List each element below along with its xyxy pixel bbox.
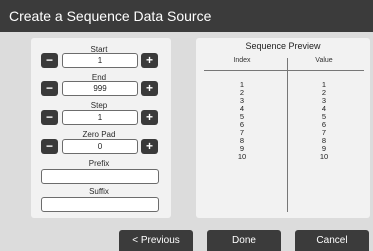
value-column: 1 2 3 4 5 6 7 8 9 10	[294, 81, 354, 161]
start-increment-button[interactable]: +	[141, 53, 158, 68]
column-divider	[287, 58, 288, 212]
dialog-title: Create a Sequence Data Source	[0, 0, 373, 32]
prefix-input[interactable]	[41, 169, 159, 184]
suffix-label: Suffix	[89, 187, 109, 196]
end-increment-button[interactable]: +	[141, 81, 158, 96]
preview-value-cell: 10	[319, 152, 329, 161]
end-decrement-button[interactable]: −	[41, 81, 58, 96]
step-label: Step	[90, 101, 108, 110]
zero-pad-decrement-button[interactable]: −	[41, 139, 58, 154]
start-input[interactable]: 1	[62, 53, 138, 68]
step-decrement-button[interactable]: −	[41, 110, 58, 125]
index-column-header: Index	[233, 57, 251, 64]
value-column-header: Value	[315, 57, 333, 64]
end-input[interactable]: 999	[62, 81, 138, 96]
cancel-button[interactable]: Cancel	[295, 230, 369, 251]
header-divider	[204, 70, 364, 71]
done-button[interactable]: Done	[207, 230, 281, 251]
suffix-input[interactable]	[41, 197, 159, 212]
step-input[interactable]: 1	[62, 110, 138, 125]
preview-index-cell: 10	[237, 152, 247, 161]
zero-pad-increment-button[interactable]: +	[141, 139, 158, 154]
index-column: 1 2 3 4 5 6 7 8 9 10	[212, 81, 272, 161]
zero-pad-label: Zero Pad	[82, 130, 116, 139]
zero-pad-input[interactable]: 0	[62, 139, 138, 154]
step-increment-button[interactable]: +	[141, 110, 158, 125]
start-decrement-button[interactable]: −	[41, 53, 58, 68]
prefix-label: Prefix	[88, 159, 110, 168]
sequence-settings-panel: Start − 1 + End − 999 + Step − 1 + Zero …	[31, 38, 171, 218]
previous-button[interactable]: < Previous	[119, 230, 193, 251]
preview-title: Sequence Preview	[245, 41, 321, 51]
sequence-preview-panel: Sequence Preview Index Value 1 2 3 4 5 6 7 8 9 10…	[196, 38, 370, 218]
